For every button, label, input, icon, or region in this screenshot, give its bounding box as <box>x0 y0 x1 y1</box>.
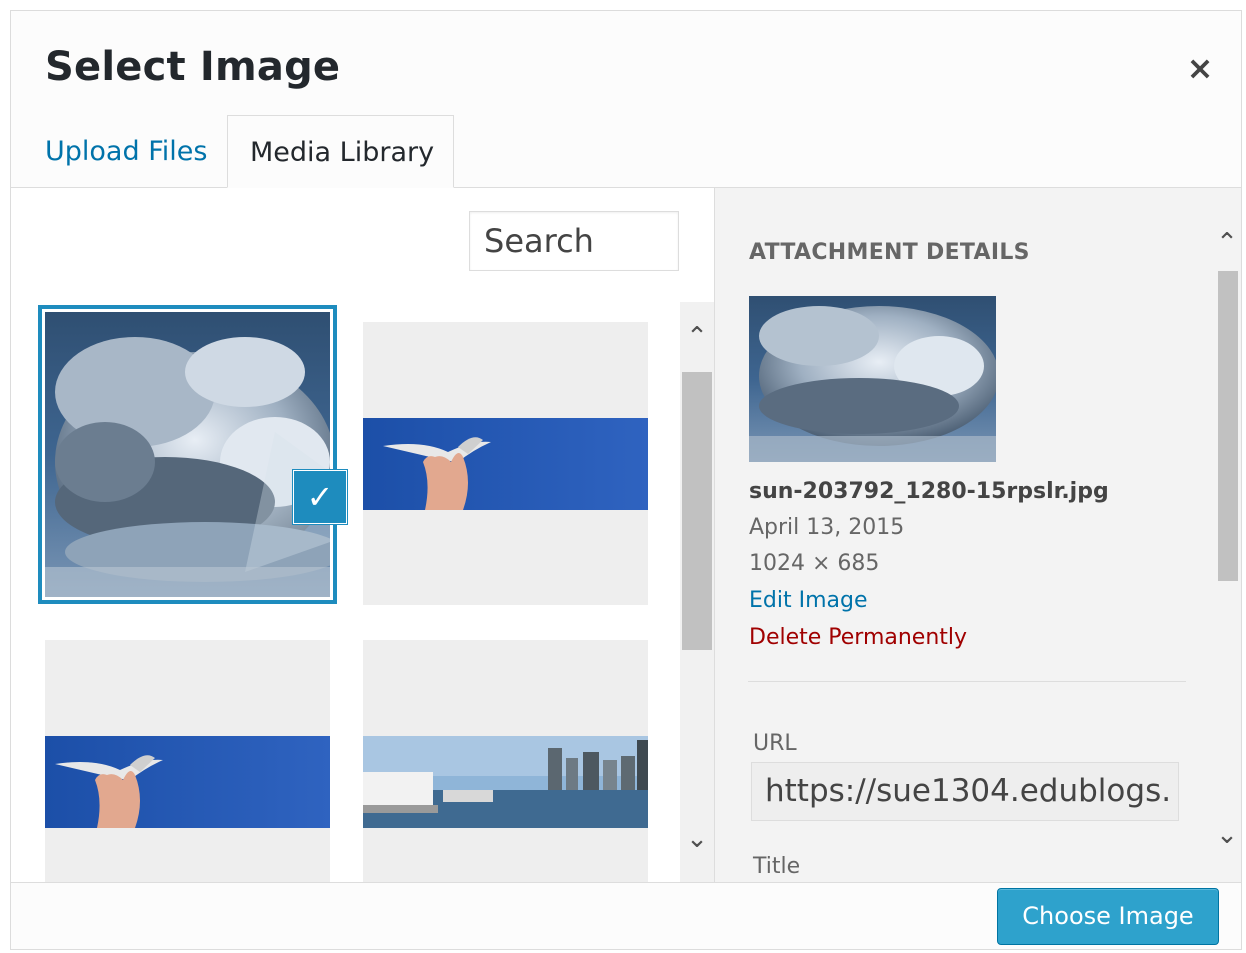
seagull-photo <box>45 640 330 882</box>
details-heading: ATTACHMENT DETAILS <box>749 240 1030 265</box>
scroll-thumb[interactable] <box>682 372 712 650</box>
browser-scrollbar[interactable]: ⌃ ⌄ <box>680 302 714 882</box>
selected-check-icon[interactable]: ✓ <box>294 471 346 523</box>
details-divider <box>748 681 1186 682</box>
media-modal: Select Image × Upload Files Media Librar… <box>10 10 1242 950</box>
tab-upload-files[interactable]: Upload Files <box>45 115 207 188</box>
attachment-harbor[interactable] <box>363 640 648 882</box>
scroll-thumb[interactable] <box>1218 271 1238 581</box>
url-field[interactable]: https://sue1304.edublogs. <box>751 762 1179 821</box>
attachment-date: April 13, 2015 <box>749 515 905 540</box>
harbor-photo <box>363 640 648 882</box>
seagull-photo <box>363 322 648 605</box>
scroll-up-icon[interactable]: ⌃ <box>1210 228 1241 258</box>
url-label: URL <box>753 731 797 756</box>
close-icon[interactable]: × <box>1183 51 1217 85</box>
clouds-photo <box>45 312 330 597</box>
edit-image-link[interactable]: Edit Image <box>749 588 868 613</box>
delete-permanently-link[interactable]: Delete Permanently <box>749 625 967 650</box>
tab-media-library[interactable]: Media Library <box>227 115 454 188</box>
attachment-seagull-2[interactable] <box>45 640 330 882</box>
scroll-down-icon[interactable]: ⌄ <box>1210 820 1241 850</box>
attachment-dimensions: 1024 × 685 <box>749 551 880 576</box>
attachment-seagull-1[interactable] <box>363 322 648 605</box>
search-input[interactable]: Search <box>469 211 679 271</box>
sidebar-scrollbar[interactable]: ⌃ ⌄ <box>1210 208 1241 882</box>
title-label: Title <box>753 854 801 879</box>
media-toolbar: Choose Image <box>11 882 1241 949</box>
attachment-filename: sun-203792_1280-15rpslr.jpg <box>749 479 1109 504</box>
clouds-thumbnail-photo <box>749 296 996 462</box>
scroll-up-icon[interactable]: ⌃ <box>680 322 714 352</box>
modal-title: Select Image <box>45 44 341 90</box>
attachment-clouds[interactable] <box>45 312 330 597</box>
scroll-down-icon[interactable]: ⌄ <box>680 824 714 854</box>
attachment-details-sidebar: ATTACHMENT DETAILS sun-203792_1280-15rps… <box>714 188 1241 882</box>
attachments-browser: Search ✓ ⌃ ⌄ <box>11 188 714 882</box>
details-thumbnail <box>749 296 996 462</box>
choose-image-button[interactable]: Choose Image <box>997 888 1219 945</box>
